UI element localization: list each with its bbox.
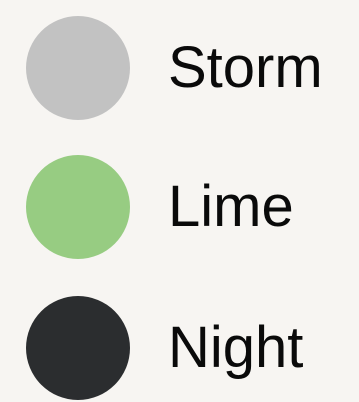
color-circle-lime [26,155,130,259]
color-swatch-list: Storm Lime Night [0,0,359,402]
swatch-label-night: Night [168,315,304,380]
color-circle-night [26,296,130,400]
swatch-label-lime: Lime [168,174,294,239]
swatch-option-storm[interactable]: Storm [26,16,356,120]
swatch-option-night[interactable]: Night [26,296,356,400]
swatch-option-lime[interactable]: Lime [26,155,356,259]
color-circle-storm [26,16,130,120]
swatch-label-storm: Storm [168,35,323,100]
